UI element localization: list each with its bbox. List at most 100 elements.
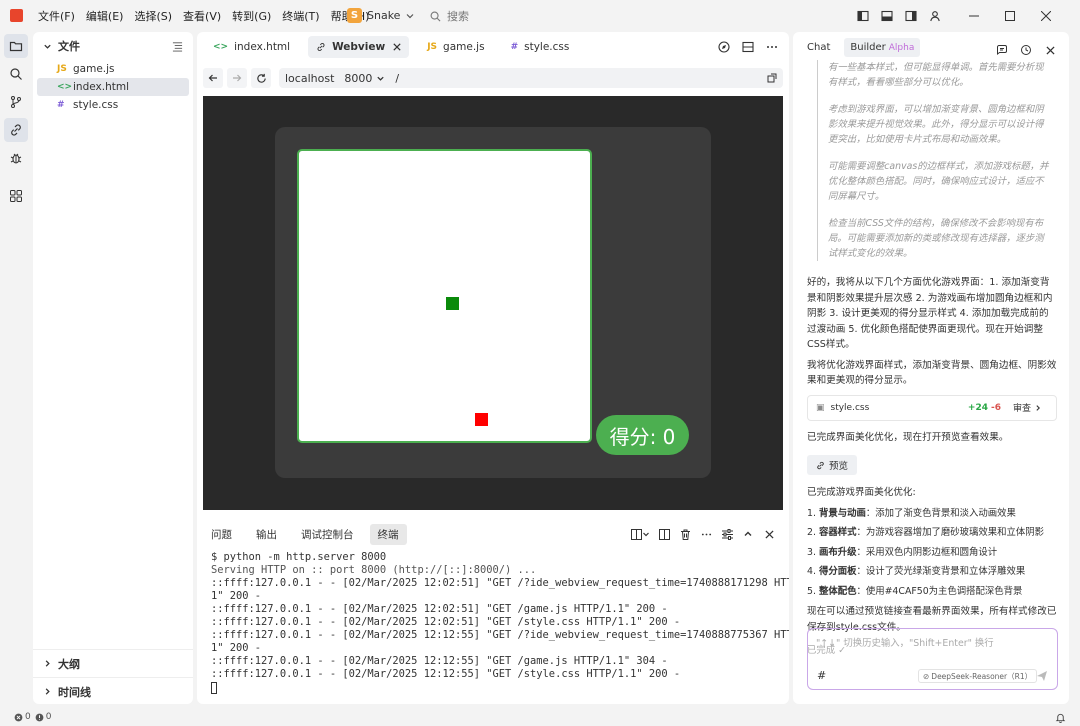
- more-icon[interactable]: [761, 36, 783, 58]
- explorer-header[interactable]: 文件: [33, 32, 193, 60]
- close-icon[interactable]: [1039, 39, 1061, 61]
- split-editor-icon[interactable]: [737, 36, 759, 58]
- terminal-line: ::ffff:127.0.0.1 - - [02/Mar/2025 12:02:…: [211, 616, 681, 628]
- file-name: style.css: [73, 99, 119, 111]
- snake-segment: [446, 297, 459, 310]
- tab-label: style.css: [524, 41, 570, 53]
- terminal-output[interactable]: $ python -m http.server 8000 Serving HTTP…: [197, 546, 789, 694]
- list-item-title: 得分面板: [818, 566, 857, 577]
- file-style-css[interactable]: # style.css: [37, 96, 189, 114]
- bell-icon[interactable]: [1055, 712, 1066, 723]
- tab-problems[interactable]: 问题: [203, 524, 240, 545]
- terminal-line: ::ffff:127.0.0.1 - - [02/Mar/2025 12:02:…: [211, 603, 668, 615]
- chevron-right-icon: [1036, 404, 1040, 411]
- new-terminal-icon[interactable]: [627, 526, 653, 542]
- thinking-text: 考虑到游戏界面，可以增加渐变背景、圆角边框和阴影效果来提升视觉效果。此外，得分显…: [828, 104, 1044, 145]
- problems-status[interactable]: 0 0: [14, 712, 51, 722]
- list-item: 3. 画布升级：采用双色内阴影边框和圆角设计: [807, 543, 1057, 563]
- history-icon[interactable]: [1015, 39, 1037, 61]
- maximize-button[interactable]: [992, 0, 1028, 32]
- file-game-js[interactable]: JS game.js: [37, 60, 189, 78]
- compass-icon[interactable]: [713, 36, 735, 58]
- close-window-button[interactable]: [1028, 0, 1064, 32]
- toggle-secondary-sidebar-icon[interactable]: [900, 5, 922, 27]
- game-board[interactable]: [297, 149, 592, 443]
- url-bar[interactable]: localhost 8000 /: [279, 68, 783, 88]
- new-chat-icon[interactable]: [991, 39, 1013, 61]
- file-index-html[interactable]: <> index.html: [37, 78, 189, 96]
- bottom-panel: 问题 输出 调试控制台 终端 $ python -m http.server 8…: [197, 522, 789, 704]
- extensions-icon[interactable]: [4, 184, 28, 208]
- account-icon[interactable]: [924, 5, 946, 27]
- list-item-title: 背景与动画: [818, 507, 866, 519]
- reload-button[interactable]: [251, 68, 271, 88]
- list-item-text: ：设计了荧光绿渐变背景和立体浮雕效果: [856, 566, 1026, 577]
- menu-file[interactable]: 文件(F): [38, 8, 75, 24]
- open-external-icon[interactable]: [767, 73, 777, 83]
- url-path[interactable]: /: [395, 72, 399, 85]
- chat-header: Chat Builder Alpha: [793, 32, 1069, 62]
- port-select[interactable]: 8000: [344, 72, 385, 85]
- html-file-icon: <>: [57, 82, 73, 92]
- back-button[interactable]: [203, 68, 223, 88]
- split-terminal-icon[interactable]: [654, 526, 674, 542]
- collapse-all-icon[interactable]: [172, 41, 183, 52]
- trash-icon[interactable]: [675, 526, 695, 542]
- panel-tabs: 问题 输出 调试控制台 终端: [197, 522, 789, 546]
- menu-edit[interactable]: 编辑(E): [86, 8, 124, 24]
- explorer-icon[interactable]: [4, 34, 28, 58]
- tab-terminal[interactable]: 终端: [369, 523, 407, 545]
- tab-output[interactable]: 输出: [248, 524, 285, 545]
- list-item: 4. 得分面板：设计了荧光绿渐变背景和立体浮雕效果: [807, 562, 1057, 582]
- tab-debug-console[interactable]: 调试控制台: [293, 524, 362, 545]
- preview-label: 预览: [828, 461, 848, 472]
- send-icon[interactable]: [1036, 670, 1048, 682]
- menu-view[interactable]: 查看(V): [183, 8, 221, 24]
- project-switcher[interactable]: S Snake: [347, 8, 415, 23]
- toggle-sidebar-icon[interactable]: [852, 5, 874, 27]
- hash-button[interactable]: #: [817, 669, 826, 682]
- command-search[interactable]: 搜索: [430, 8, 469, 24]
- assistant-message: 好的，我将从以下几个方面优化游戏界面：1. 添加渐变背景和阴影效果提升层次感 2…: [807, 277, 1053, 350]
- minimize-button[interactable]: [956, 0, 992, 32]
- file-change-card[interactable]: ▣ style.css +24 -6 审查: [807, 394, 1057, 421]
- preview-button[interactable]: 预览: [807, 455, 857, 475]
- list-number: 1.: [807, 507, 816, 519]
- window-controls: [850, 0, 1064, 32]
- debug-icon[interactable]: [4, 146, 28, 170]
- maximize-panel-icon[interactable]: [738, 526, 758, 542]
- tab-style-css[interactable]: # style.css: [503, 36, 578, 58]
- list-number: 5.: [807, 585, 816, 597]
- tab-chat[interactable]: Chat: [801, 38, 836, 57]
- warning-icon: [35, 713, 44, 721]
- forward-button[interactable]: [227, 68, 247, 88]
- model-selector[interactable]: ⊘ DeepSeek-Reasoner（R1）: [918, 669, 1038, 683]
- timeline-section[interactable]: 时间线: [33, 677, 193, 705]
- tab-builder[interactable]: Builder Alpha: [844, 37, 921, 57]
- tab-game-js[interactable]: JS game.js: [419, 36, 492, 58]
- toggle-panel-icon[interactable]: [876, 5, 898, 27]
- list-item-text: ：添加了渐变色背景和淡入动画效果: [865, 507, 1016, 519]
- list-item: 1. 背景与动画：添加了渐变色背景和淡入动画效果: [807, 504, 1057, 524]
- source-control-icon[interactable]: [4, 90, 28, 114]
- score-badge: 得分: 0: [596, 415, 689, 455]
- outline-section[interactable]: 大纲: [33, 649, 193, 677]
- tab-actions: [711, 36, 783, 58]
- settings-icon[interactable]: [717, 526, 737, 542]
- close-panel-icon[interactable]: [759, 526, 779, 542]
- tab-index-html[interactable]: <> index.html: [205, 36, 298, 58]
- menu-select[interactable]: 选择(S): [134, 8, 172, 24]
- chevron-right-icon: [45, 660, 50, 667]
- tab-label: game.js: [443, 41, 485, 53]
- menu-terminal[interactable]: 终端(T): [282, 8, 319, 24]
- chat-input[interactable]: "↑↓" 切换历史输入，"Shift+Enter" 换行 # ⊘ DeepSee…: [807, 628, 1058, 690]
- menu-goto[interactable]: 转到(G): [232, 8, 271, 24]
- search-icon[interactable]: [4, 62, 28, 86]
- list-item-title: 容器样式: [818, 527, 857, 538]
- tab-webview[interactable]: Webview: [308, 36, 410, 58]
- js-file-icon: JS: [427, 42, 438, 52]
- close-icon[interactable]: [393, 43, 401, 51]
- webview-icon[interactable]: [4, 118, 28, 142]
- review-button[interactable]: 审查: [1013, 401, 1031, 414]
- more-icon[interactable]: [696, 526, 716, 542]
